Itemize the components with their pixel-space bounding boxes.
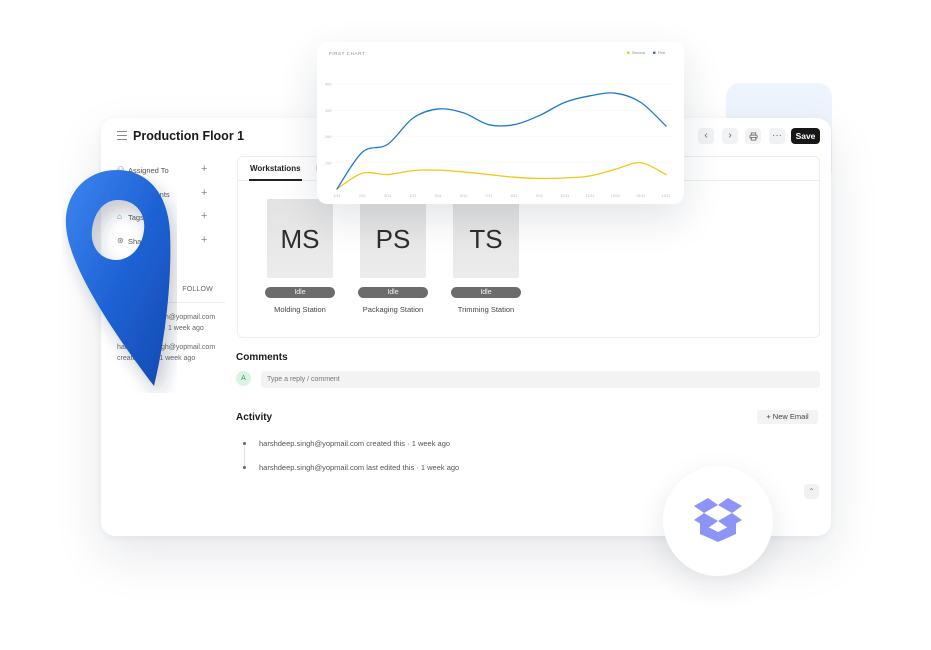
activity-item: harshdeep.singh@yopmail.com created this… <box>259 439 451 448</box>
x-tick-label: 1/11 <box>333 194 340 198</box>
comments-title: Comments <box>236 352 288 363</box>
x-tick-label: 11/11 <box>586 194 595 198</box>
legend-swatch-first <box>653 51 656 54</box>
workstation-name: Packaging Station <box>362 305 424 314</box>
add-tag-icon[interactable]: + <box>201 210 207 222</box>
x-tick-label: 14/11 <box>661 194 670 198</box>
printer-icon <box>748 131 758 141</box>
add-share-icon[interactable]: + <box>201 234 207 246</box>
workstation-name: Trimming Station <box>457 305 515 314</box>
open-box-icon <box>694 498 742 542</box>
hamburger-icon[interactable] <box>117 131 127 140</box>
y-tick-label: 100 <box>325 161 331 165</box>
x-tick-label: 9/11 <box>536 194 543 198</box>
more-button[interactable]: ··· <box>769 128 785 144</box>
line-chart: FIRST CHART 100 200 300 400 1/11 2/11 3/11 4/11 5… <box>325 51 673 198</box>
legend-label-first: First <box>658 51 666 55</box>
add-attachment-icon[interactable]: + <box>201 187 207 199</box>
activity-item: harshdeep.singh@yopmail.com last edited … <box>259 463 460 472</box>
status-badge: Idle <box>265 287 335 298</box>
workstation-thumbnail: MS <box>267 199 333 278</box>
workstation-card[interactable]: MS Idle Molding Station <box>262 199 343 319</box>
y-tick-label: 200 <box>325 135 331 139</box>
status-badge: Idle <box>451 287 521 298</box>
legend-swatch-second <box>627 51 630 54</box>
workstation-card[interactable]: TS Idle Trimming Station <box>448 199 529 319</box>
workstation-name: Molding Station <box>274 305 326 314</box>
activity-title: Activity <box>236 412 273 423</box>
prev-button[interactable]: ‹ <box>698 128 714 144</box>
y-tick-label: 300 <box>325 109 331 113</box>
activity-dot <box>243 466 246 469</box>
status-badge: Idle <box>358 287 428 298</box>
add-assignee-icon[interactable]: + <box>201 163 207 175</box>
x-tick-label: 3/11 <box>384 194 391 198</box>
x-tick-label: 7/11 <box>485 194 492 198</box>
y-tick-label: 400 <box>325 83 331 87</box>
print-button[interactable] <box>745 128 761 144</box>
chart-title: FIRST CHART <box>329 51 365 56</box>
map-pin-icon <box>65 170 171 386</box>
x-tick-label: 10/11 <box>560 194 569 198</box>
x-tick-label: 6/11 <box>460 194 467 198</box>
scroll-top-button[interactable]: ⌃ <box>804 484 819 499</box>
x-tick-label: 2/11 <box>359 194 366 198</box>
follow-button[interactable]: FOLLOW <box>182 286 213 293</box>
box-icon-circle <box>663 466 773 576</box>
x-tick-label: 13/11 <box>636 194 645 198</box>
x-tick-label: 12/11 <box>611 194 620 198</box>
activity-dot <box>243 442 246 445</box>
tab-workstations[interactable]: Workstations <box>249 164 302 181</box>
next-button[interactable]: › <box>722 128 738 144</box>
legend-label-second: Second <box>632 51 645 55</box>
x-tick-label: 5/11 <box>435 194 442 198</box>
workstation-thumbnail: PS <box>360 199 426 278</box>
comment-input[interactable] <box>261 371 820 388</box>
x-tick-label: 4/11 <box>409 194 416 198</box>
workstation-thumbnail: TS <box>453 199 519 278</box>
workstation-card[interactable]: PS Idle Packaging Station <box>355 199 436 319</box>
page-title: Production Floor 1 <box>133 129 245 143</box>
stage: Production Floor 1 ‹ › ··· Save ⚇ Assign… <box>0 0 931 650</box>
avatar: A <box>236 371 251 386</box>
chart-card: FIRST CHART 100 200 300 400 1/11 2/11 3/11 4/11 5… <box>317 42 684 204</box>
x-tick-label: 8/11 <box>511 194 518 198</box>
series-line-second <box>336 162 667 190</box>
save-button[interactable]: Save <box>791 128 820 144</box>
new-email-button[interactable]: + New Email <box>757 410 818 424</box>
